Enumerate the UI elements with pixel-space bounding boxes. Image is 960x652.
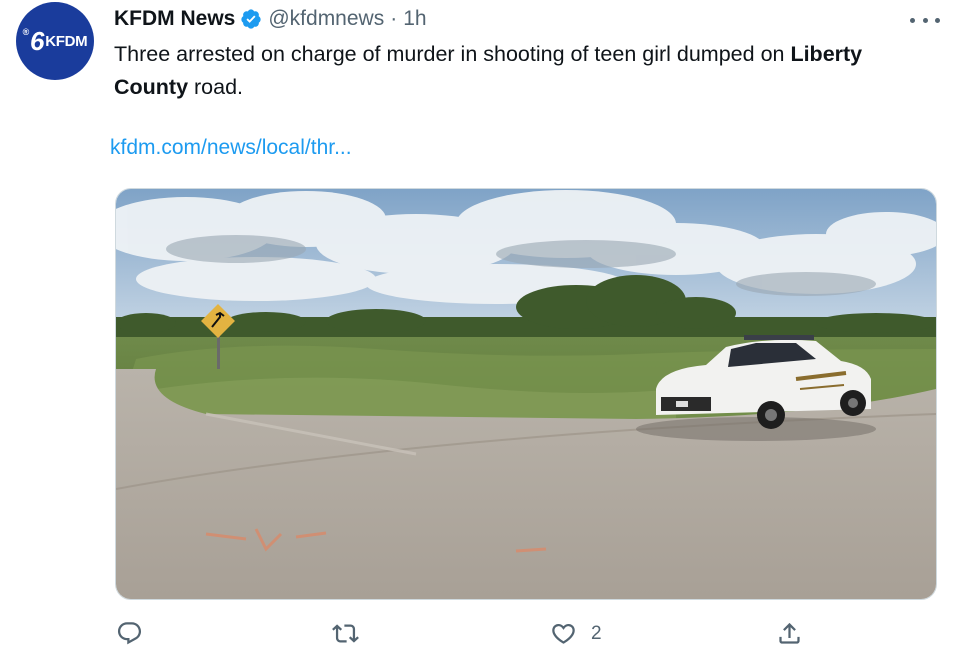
heart-icon: [552, 623, 575, 644]
tweet-image[interactable]: [115, 188, 937, 600]
more-dot: [922, 17, 928, 23]
handle[interactable]: @kfdmnews: [268, 7, 384, 31]
avatar[interactable]: ® 6 KFDM: [16, 2, 94, 80]
photo-scene: [116, 189, 936, 599]
verified-badge-icon: [241, 9, 261, 29]
more-dot: [935, 17, 940, 23]
kfdm-logo: ® 6 KFDM: [22, 26, 88, 56]
tweet-text: Three arrested on charge of murder in sh…: [114, 38, 934, 104]
reply-button[interactable]: [116, 620, 143, 647]
tweet-header: KFDM News @kfdmnews · 1h: [114, 4, 427, 34]
retweet-icon: [332, 624, 359, 643]
logo-text: KFDM: [45, 32, 88, 50]
logo-number: 6: [30, 26, 45, 56]
tweet-text-part2: road.: [188, 75, 244, 99]
timestamp[interactable]: 1h: [403, 7, 426, 31]
more-dot: [910, 17, 915, 23]
share-button[interactable]: [776, 620, 803, 647]
tweet-actions: 2: [0, 620, 960, 652]
separator-dot: ·: [390, 7, 398, 30]
retweet-button[interactable]: [332, 620, 359, 647]
more-options-icon[interactable]: [910, 10, 940, 30]
share-icon: [779, 622, 800, 644]
like-count: 2: [591, 622, 602, 644]
article-link[interactable]: kfdm.com/news/local/thr...: [110, 136, 352, 160]
registered-mark: ®: [22, 27, 30, 37]
like-button[interactable]: 2: [550, 620, 602, 647]
reply-icon: [117, 622, 142, 645]
display-name[interactable]: KFDM News: [114, 7, 235, 31]
tweet-text-part1: Three arrested on charge of murder in sh…: [114, 42, 791, 66]
